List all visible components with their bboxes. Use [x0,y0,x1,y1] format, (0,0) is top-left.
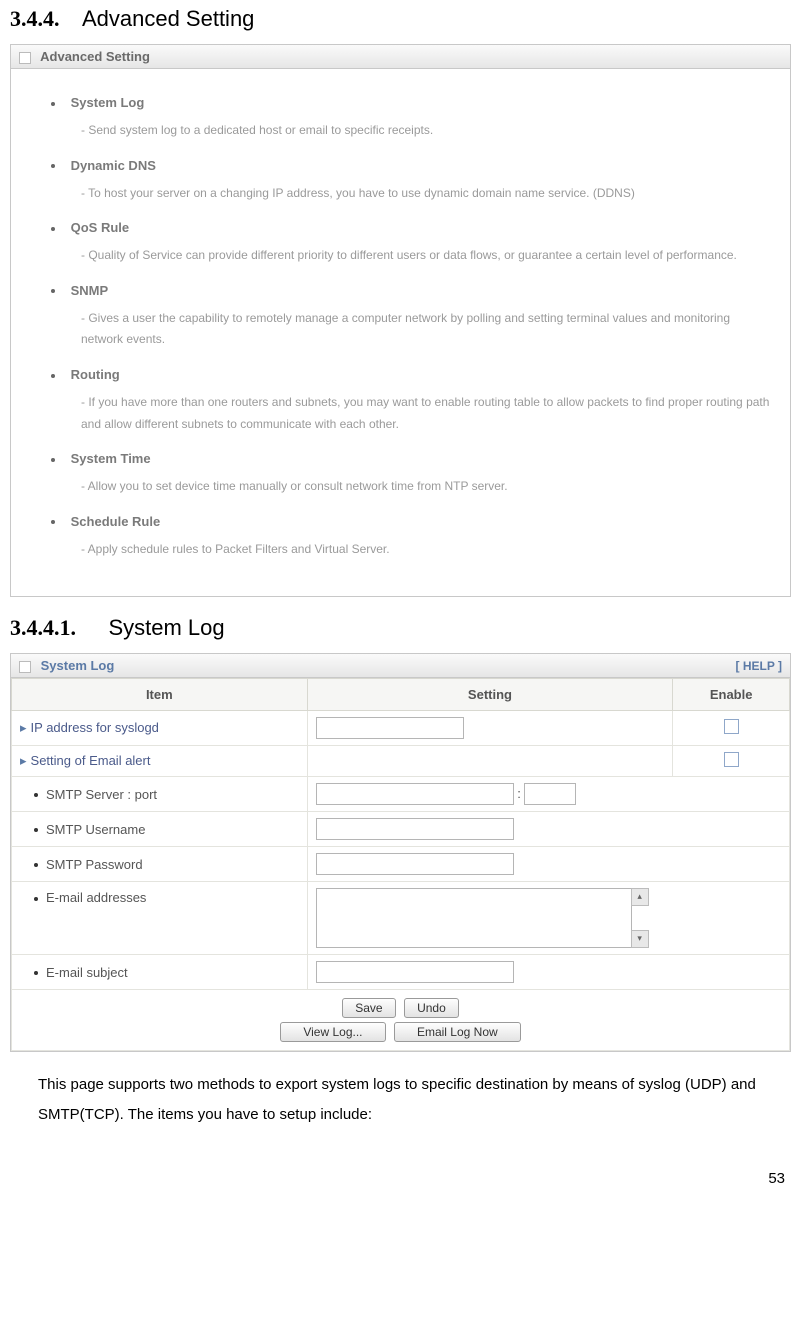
bullet-icon [51,102,55,106]
section-title: Advanced Setting [82,6,254,31]
smtp-password-input[interactable] [316,853,514,875]
scroll-down-icon[interactable]: ▾ [631,930,649,948]
col-item: Item [12,679,308,711]
advanced-setting-panel: Advanced Setting System Log - Send syste… [10,44,791,597]
email-enable-checkbox[interactable] [724,752,739,767]
system-log-panel: System Log [ HELP ] Item Setting Enable … [10,653,791,1052]
undo-button[interactable]: Undo [404,998,459,1018]
section-heading-1: 3.4.4. Advanced Setting [10,6,791,32]
panel-header: System Log [ HELP ] [11,654,790,678]
body-paragraph: This page supports two methods to export… [38,1070,763,1130]
table-row: E-mail subject [12,955,790,990]
system-log-table: Item Setting Enable ▸ IP address for sysl… [11,678,790,990]
bullet-icon [51,374,55,378]
button-row: Save Undo View Log... Email Log Now [11,990,790,1051]
list-item: SNMP - Gives a user the capability to re… [51,283,770,351]
item-desc: - Apply schedule rules to Packet Filters… [81,539,770,561]
ip-enable-checkbox[interactable] [724,719,739,734]
section-number: 3.4.4.1. [10,615,76,640]
smtp-server-input[interactable] [316,783,514,805]
email-subject-input[interactable] [316,961,514,983]
item-desc: - If you have more than one routers and … [81,392,770,435]
item-title[interactable]: Dynamic DNS [71,158,156,173]
list-item: Schedule Rule - Apply schedule rules to … [51,514,770,561]
bullet-icon [34,793,38,797]
bullet-icon [51,520,55,524]
help-link[interactable]: [ HELP ] [736,659,782,673]
row-label: SMTP Password [46,857,143,872]
bullet-icon [51,458,55,462]
bullet-icon [51,289,55,293]
expand-icon[interactable] [19,52,31,64]
row-label: IP address for syslogd [31,720,159,735]
panel-title: Advanced Setting [40,49,150,64]
expand-icon[interactable] [19,661,31,673]
item-desc: - To host your server on a changing IP a… [81,183,770,205]
table-row: SMTP Server : port : [12,777,790,812]
item-desc: - Quality of Service can provide differe… [81,245,770,267]
triangle-icon: ▸ [20,720,27,735]
item-title[interactable]: System Time [71,451,151,466]
row-label: SMTP Server : port [46,787,157,802]
item-desc: - Gives a user the capability to remotel… [81,308,770,351]
row-label: Setting of Email alert [31,753,151,768]
list-item: System Log - Send system log to a dedica… [51,95,770,142]
bullet-icon [51,227,55,231]
smtp-username-input[interactable] [316,818,514,840]
item-title[interactable]: QoS Rule [71,220,130,235]
panel-body: System Log - Send system log to a dedica… [11,69,790,596]
table-row: ▸ IP address for syslogd [12,711,790,746]
section-number: 3.4.4. [10,6,60,31]
triangle-icon: ▸ [20,753,27,768]
row-label: SMTP Username [46,822,145,837]
page-number: 53 [10,1170,791,1187]
list-item: QoS Rule - Quality of Service can provid… [51,220,770,267]
item-title[interactable]: System Log [71,95,145,110]
ip-syslogd-input[interactable] [316,717,464,739]
item-desc: - Send system log to a dedicated host or… [81,120,770,142]
list-item: Dynamic DNS - To host your server on a c… [51,158,770,205]
col-setting: Setting [307,679,673,711]
save-button[interactable]: Save [342,998,395,1018]
item-title[interactable]: Schedule Rule [71,514,161,529]
item-title[interactable]: Routing [71,367,120,382]
row-label: E-mail addresses [46,890,146,905]
table-row: SMTP Username [12,812,790,847]
bullet-icon [34,828,38,832]
bullet-icon [34,971,38,975]
table-row: E-mail addresses ▴ ▾ [12,882,790,955]
email-log-now-button[interactable]: Email Log Now [394,1022,521,1042]
col-enable: Enable [673,679,790,711]
bullet-icon [34,863,38,867]
item-title[interactable]: SNMP [71,283,109,298]
panel-header: Advanced Setting [11,45,790,69]
smtp-port-input[interactable] [524,783,576,805]
bullet-icon [34,897,38,901]
list-item: System Time - Allow you to set device ti… [51,451,770,498]
section-title: System Log [108,615,224,640]
bullet-icon [51,164,55,168]
list-item: Routing - If you have more than one rout… [51,367,770,435]
view-log-button[interactable]: View Log... [280,1022,385,1042]
table-row: ▸ Setting of Email alert [12,746,790,777]
row-label: E-mail subject [46,965,128,980]
email-addresses-input[interactable] [316,888,632,948]
table-row: SMTP Password [12,847,790,882]
item-desc: - Allow you to set device time manually … [81,476,770,498]
panel-title: System Log [41,658,115,673]
section-heading-2: 3.4.4.1. System Log [10,615,791,641]
scroll-up-icon[interactable]: ▴ [631,888,649,906]
colon-label: : [517,786,524,801]
